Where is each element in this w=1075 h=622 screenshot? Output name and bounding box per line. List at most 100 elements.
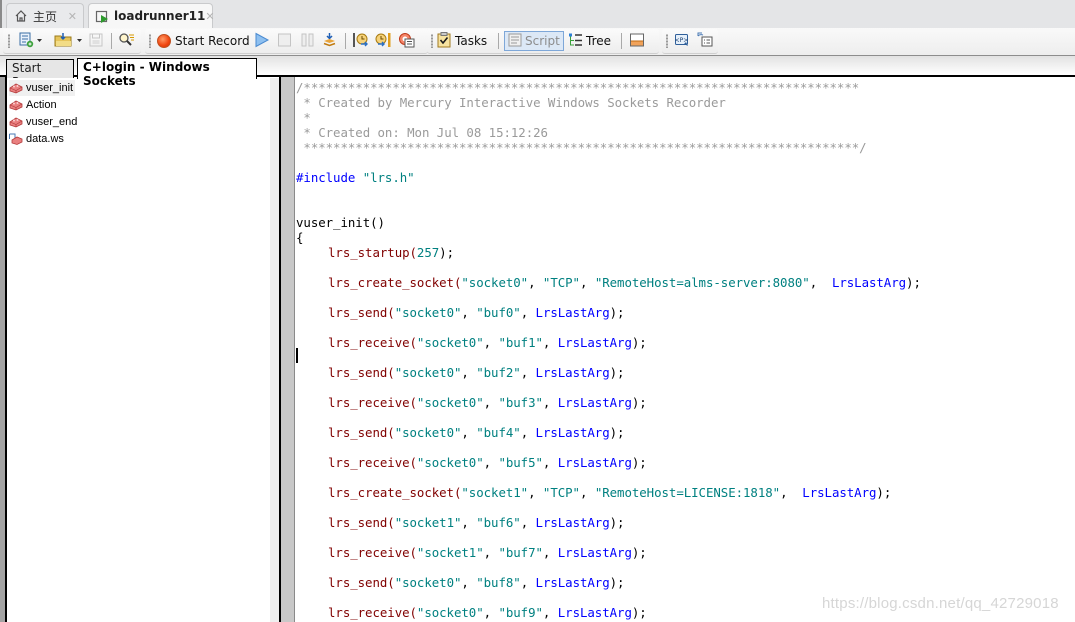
code-comment-line: ****************************************… [296,140,867,155]
string-literal: "buf7" [498,545,543,560]
insert-transaction-end-button[interactable] [374,32,392,50]
start-record-button[interactable]: Start Record [157,32,250,50]
keyword: LrsLastArg [557,605,632,620]
browser-tab-home[interactable]: 主页 ✕ [6,3,84,28]
toolbar-separator [345,33,346,49]
tab-script[interactable]: C+login - Windows Sockets [77,58,257,88]
transaction-end-icon [374,32,392,51]
insert-rendezvous-button[interactable] [398,32,415,50]
text-caret [296,348,298,363]
output-pane-button[interactable] [629,32,645,50]
toolbar-grip[interactable] [431,34,433,48]
output-pane-icon [629,32,645,51]
string-literal: "socket1" [394,515,462,530]
script-outline-tree: vuser_init Action vuser_end data.ws [7,78,270,622]
code-statement-line: lrs_send("socket0", "buf0", LrsLastArg); [328,305,625,320]
toolbar-grip[interactable] [8,34,10,48]
include-file: "lrs.h" [362,170,415,185]
tab-start-page[interactable]: Start Page [6,59,74,89]
code-statement-line: lrs_send("socket0", "buf4", LrsLastArg); [328,425,625,440]
loadrunner-icon [95,8,110,24]
tree-item-data-ws[interactable]: data.ws [9,131,66,147]
new-script-button[interactable] [18,32,44,50]
statement-end: ); [609,515,625,530]
function-call: lrs_receive( [328,605,417,620]
string-literal: "buf9" [498,605,543,620]
parameter-list-button[interactable]: <P> [674,32,690,50]
rendezvous-icon [398,32,415,51]
string-literal: "socket0" [394,305,462,320]
keyword: LrsLastArg [557,335,632,350]
tree-item-vuser-init[interactable]: vuser_init [9,80,76,96]
function-call: lrs_send( [328,365,395,380]
runtime-settings-button[interactable] [697,32,713,50]
code-statement-line: lrs_send("socket0", "buf2", LrsLastArg); [328,365,625,380]
data-file-icon [9,133,23,145]
insert-transaction-start-button[interactable] [352,32,370,50]
function-call: lrs_create_socket( [328,275,462,290]
close-icon[interactable]: ✕ [68,10,77,23]
code-statement-line: lrs_create_socket("socket0", "TCP", "Rem… [328,275,921,290]
string-literal: "buf6" [476,515,521,530]
keyword: LrsLastArg [535,515,610,530]
function-call: lrs_send( [328,305,395,320]
statement-end: ); [609,365,625,380]
tree-scroll-area [270,78,279,622]
new-script-icon [18,32,44,51]
script-view-button[interactable]: Script [504,31,564,51]
code-statement-line: lrs_receive("socket0", "buf1", LrsLastAr… [328,335,647,350]
record-icon [157,34,171,48]
pause-icon [300,32,315,51]
tree-item-vuser-end[interactable]: vuser_end [9,114,79,130]
keyword: LrsLastArg [535,365,610,380]
statement-end: ); [631,455,647,470]
start-record-label: Start Record [175,34,250,48]
browser-tab-home-label: 主页 [33,9,58,24]
toolbar-grip[interactable] [666,34,668,48]
script-editor[interactable]: /***************************************… [295,77,1075,622]
stop-button[interactable] [277,32,292,50]
keyword: LrsLastArg [557,455,632,470]
browser-tab-loadrunner-label: loadrunner11 [114,9,206,23]
code-open-brace: { [296,230,304,245]
string-literal: "buf0" [476,305,521,320]
save-button[interactable] [89,32,103,50]
compile-button[interactable] [322,32,337,50]
toolbar-grip[interactable] [149,34,151,48]
close-icon[interactable]: ✕ [205,10,214,23]
find-button[interactable] [118,32,135,50]
keyword: LrsLastArg [794,485,877,500]
statement-end: ); [631,605,647,620]
run-button[interactable] [254,32,270,50]
string-literal: "RemoteHost=LICENSE:1818" [594,485,781,500]
string-literal: "TCP" [542,275,580,290]
keyword: LrsLastArg [824,275,907,290]
string-literal: "buf3" [498,395,543,410]
pause-button[interactable] [300,32,315,50]
tree-item-label: Action [26,99,57,111]
code-statement-line: lrs_receive("socket0", "buf5", LrsLastAr… [328,455,647,470]
function-call: lrs_startup( [328,245,417,260]
browser-tab-loadrunner[interactable]: loadrunner11 ✕ [88,3,215,28]
function-call: lrs_receive( [328,395,417,410]
include-directive: #include [296,170,356,185]
tasks-button[interactable]: Tasks [437,31,487,50]
tree-view-button[interactable]: Tree [568,32,611,50]
string-literal: "socket1" [461,485,529,500]
browser-tab-strip: 主页 ✕ loadrunner11 ✕ [0,0,1075,28]
open-script-button[interactable] [54,32,84,50]
function-call: lrs_send( [328,515,395,530]
tree-icon [568,32,583,51]
string-literal: "socket0" [461,275,529,290]
code-statement-line: lrs_send("socket0", "buf8", LrsLastArg); [328,575,625,590]
code-comment-line: * [296,110,311,125]
toolbar: Start Record Tasks Script Tree <P> [0,28,1075,56]
tree-item-label: vuser_init [26,82,74,94]
code-comment-line: * Created on: Mon Jul 08 15:12:26 [296,125,548,140]
string-literal: "TCP" [542,485,580,500]
tree-item-action[interactable]: Action [9,97,59,113]
keyword: LrsLastArg [535,305,610,320]
tree-item-label: vuser_end [26,116,78,128]
parameter-icon: <P> [674,32,690,51]
string-literal: "buf2" [476,365,521,380]
